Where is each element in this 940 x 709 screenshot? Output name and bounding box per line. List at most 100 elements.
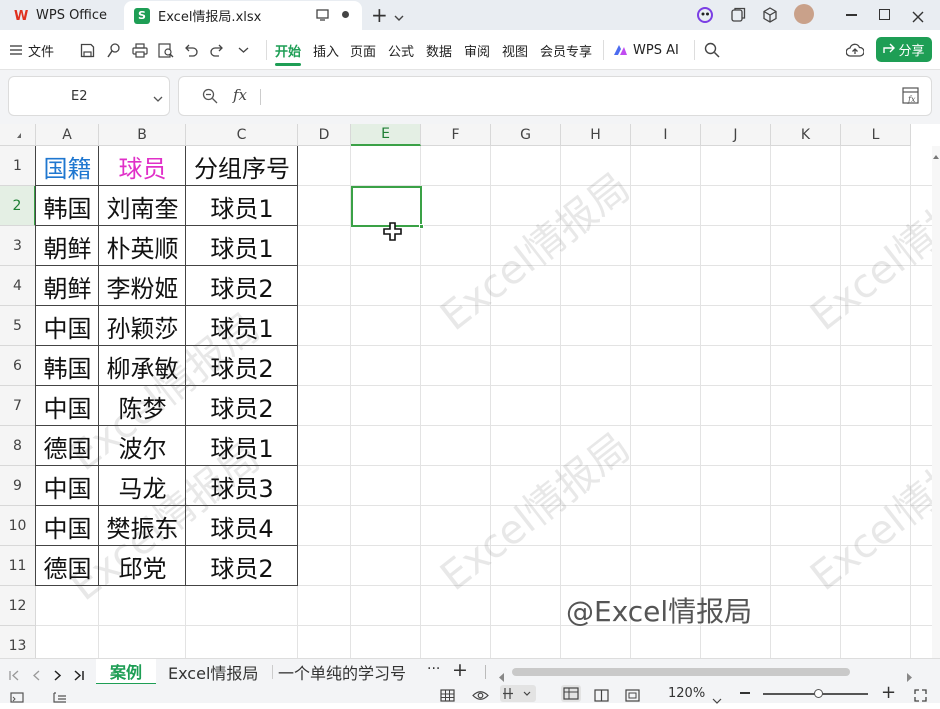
column-header-i[interactable]: I (631, 124, 701, 146)
tab-insert[interactable]: 插入 (313, 30, 339, 70)
table-header-cell[interactable]: 球员 (99, 146, 186, 186)
row-header-6[interactable]: 6 (0, 346, 36, 386)
new-tab-icon[interactable]: + (371, 5, 388, 25)
tab-page[interactable]: 页面 (350, 30, 376, 70)
table-cell[interactable]: 中国 (36, 466, 99, 506)
table-header-cell[interactable]: 国籍 (36, 146, 99, 186)
row-header-4[interactable]: 4 (0, 266, 36, 306)
page-layout-view-icon[interactable] (625, 687, 640, 706)
table-cell[interactable]: 球员1 (186, 426, 298, 466)
more-sheets-icon[interactable]: ··· (427, 661, 440, 677)
table-cell[interactable]: 波尔 (99, 426, 186, 466)
table-cell[interactable]: 朝鲜 (36, 226, 99, 266)
select-all-corner[interactable] (0, 124, 36, 146)
vertical-scrollbar[interactable] (932, 146, 940, 658)
sheet-tab[interactable]: Excel情报局 (168, 659, 258, 685)
table-cell[interactable]: 韩国 (36, 186, 99, 226)
table-cell[interactable]: 球员2 (186, 346, 298, 386)
formula-input[interactable]: fx fx (178, 76, 932, 116)
tab-review[interactable]: 审阅 (464, 30, 490, 70)
normal-view-icon[interactable] (561, 685, 581, 702)
row-header-2[interactable]: 2 (0, 186, 36, 226)
table-cell[interactable]: 李粉姬 (99, 266, 186, 306)
table-cell[interactable]: 球员2 (186, 546, 298, 586)
sheet-tab-active[interactable]: 案例 (96, 659, 156, 685)
cloud-upload-icon[interactable] (846, 30, 864, 70)
assistant-icon[interactable] (697, 7, 713, 27)
file-menu[interactable]: 文件 (10, 30, 54, 70)
format-painter-icon[interactable] (106, 30, 121, 70)
zoom-formula-icon[interactable] (202, 88, 218, 108)
tab-home[interactable]: 开始 (275, 30, 301, 70)
close-icon[interactable] (912, 8, 924, 27)
column-header-k[interactable]: K (771, 124, 841, 146)
column-header-g[interactable]: G (491, 124, 561, 146)
table-cell[interactable]: 球员1 (186, 306, 298, 346)
row-header-12[interactable]: 12 (0, 586, 36, 626)
undo-icon[interactable] (184, 30, 198, 70)
cube-icon[interactable] (762, 7, 778, 27)
table-cell[interactable]: 中国 (36, 386, 99, 426)
tab-view[interactable]: 视图 (502, 30, 528, 70)
table-cell[interactable]: 马龙 (99, 466, 186, 506)
page-break-view-icon[interactable] (594, 687, 609, 706)
table-cell[interactable]: 球员1 (186, 226, 298, 266)
table-cell[interactable]: 中国 (36, 506, 99, 546)
table-cell[interactable]: 刘南奎 (99, 186, 186, 226)
table-cell[interactable]: 球员2 (186, 386, 298, 426)
table-cell[interactable]: 球员4 (186, 506, 298, 546)
avatar[interactable] (794, 4, 814, 24)
sheet-list-icon[interactable] (53, 688, 67, 707)
wps-ai-button[interactable]: WPS AI (613, 30, 679, 70)
zoom-out-icon[interactable] (740, 692, 750, 694)
table-cell[interactable]: 韩国 (36, 346, 99, 386)
horizontal-scrollbar-thumb[interactable] (512, 668, 850, 676)
column-header-h[interactable]: H (561, 124, 631, 146)
sheet-tab[interactable]: 一个单纯的学习号 (278, 659, 406, 685)
column-header-e[interactable]: E (351, 124, 421, 146)
app-tab[interactable]: W WPS Office (6, 1, 118, 30)
print-icon[interactable] (132, 30, 148, 70)
fullscreen-icon[interactable] (914, 687, 927, 706)
last-sheet-icon[interactable] (74, 666, 84, 685)
freeze-panes-button[interactable] (500, 685, 536, 702)
table-cell[interactable]: 孙颖莎 (99, 306, 186, 346)
row-header-1[interactable]: 1 (0, 146, 36, 186)
table-view-icon[interactable] (440, 687, 455, 706)
zoom-level[interactable]: 120% (668, 686, 705, 701)
fill-handle[interactable] (419, 224, 424, 229)
table-cell[interactable]: 柳承敏 (99, 346, 186, 386)
column-header-d[interactable]: D (298, 124, 351, 146)
row-header-7[interactable]: 7 (0, 386, 36, 426)
window-copy-icon[interactable] (731, 7, 746, 26)
search-icon[interactable] (704, 30, 720, 70)
file-tab[interactable]: S Excel情报局.xlsx (124, 1, 362, 30)
row-header-9[interactable]: 9 (0, 466, 36, 506)
name-box[interactable]: E2 (8, 76, 170, 116)
column-header-f[interactable]: F (421, 124, 491, 146)
row-header-10[interactable]: 10 (0, 506, 36, 546)
toolbar-more-chevron-icon[interactable] (238, 30, 249, 70)
tab-data[interactable]: 数据 (426, 30, 452, 70)
zoom-in-icon[interactable]: + (881, 682, 896, 703)
maximize-icon[interactable] (879, 9, 890, 20)
table-cell[interactable]: 球员3 (186, 466, 298, 506)
save-icon[interactable] (80, 30, 95, 70)
row-header-13[interactable]: 13 (0, 626, 36, 658)
share-button[interactable]: 分享 (876, 37, 932, 62)
tab-formula[interactable]: 公式 (388, 30, 414, 70)
name-box-chevron-icon[interactable] (153, 92, 163, 107)
table-cell[interactable]: 德国 (36, 426, 99, 466)
zoom-slider-handle[interactable] (814, 689, 823, 698)
column-header-c[interactable]: C (186, 124, 298, 146)
tab-member[interactable]: 会员专享 (540, 30, 592, 70)
row-header-5[interactable]: 5 (0, 306, 36, 346)
column-header-l[interactable]: L (841, 124, 911, 146)
add-sheet-icon[interactable]: + (452, 659, 468, 681)
table-cell[interactable]: 德国 (36, 546, 99, 586)
row-header-8[interactable]: 8 (0, 426, 36, 466)
selected-cell-e2[interactable] (351, 186, 422, 227)
row-header-11[interactable]: 11 (0, 546, 36, 586)
row-header-3[interactable]: 3 (0, 226, 36, 266)
first-sheet-icon[interactable] (9, 666, 19, 685)
